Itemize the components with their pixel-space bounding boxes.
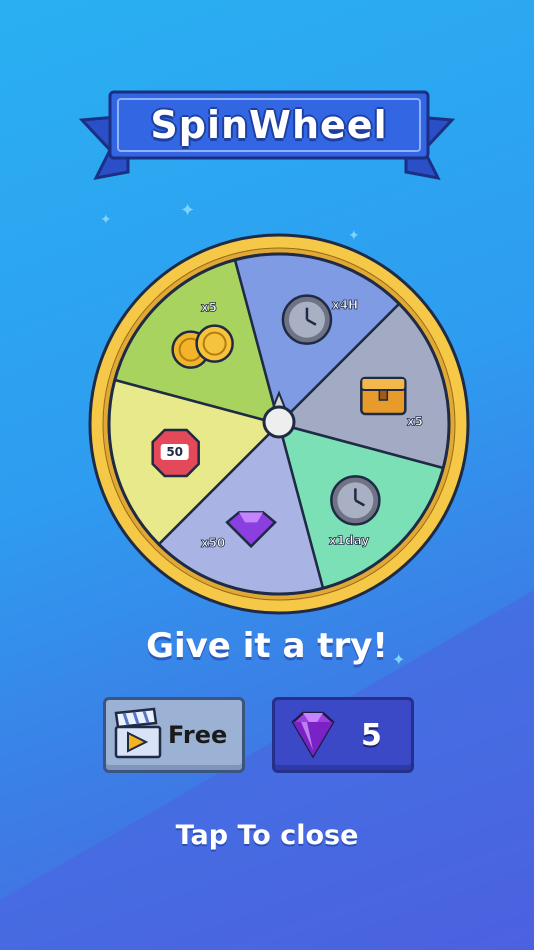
clock-icon xyxy=(330,475,381,526)
free-button-label: Free xyxy=(168,721,228,749)
gem-icon xyxy=(291,711,335,759)
wheel-segment-label: x50 xyxy=(201,536,225,550)
sparkle-icon: ✦ xyxy=(180,200,196,221)
wheel-segment-label: x1day xyxy=(329,534,369,548)
sparkle-icon: ✦ xyxy=(100,212,112,228)
tagline: Give it a try! xyxy=(146,626,388,666)
gem-spin-button[interactable]: 5 xyxy=(272,697,414,773)
spin-wheel[interactable]: x5 x4H x5 x1day x50 50 xyxy=(88,233,470,615)
wheel-segment-label: x4H xyxy=(332,298,358,312)
gem-cost: 5 xyxy=(361,717,382,753)
page-title: SpinWheel xyxy=(150,103,388,147)
wheel-segment-label: x5 xyxy=(201,300,217,314)
chest-icon xyxy=(360,376,407,416)
video-ticket-icon xyxy=(114,707,162,759)
clock-icon xyxy=(281,294,333,345)
wheel-segment-label: x5 xyxy=(407,415,423,429)
wheel-segment-label: 50 xyxy=(166,445,183,459)
tap-to-close-button[interactable]: Tap To close xyxy=(0,820,534,851)
wheel-hub xyxy=(262,405,296,439)
free-spin-button[interactable]: Free xyxy=(103,697,245,773)
